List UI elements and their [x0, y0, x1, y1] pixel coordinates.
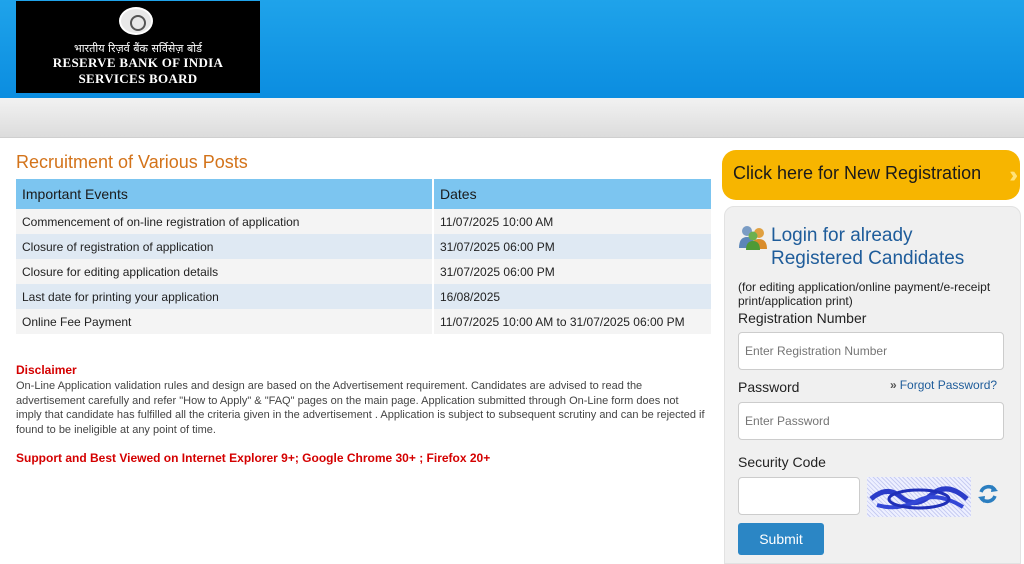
table-row: Online Fee Payment 11/07/2025 10:00 AM t…: [16, 309, 713, 334]
date-cell: 16/08/2025: [433, 284, 713, 309]
important-events-table: Important Events Dates Commencement of o…: [16, 179, 713, 334]
password-input[interactable]: [738, 402, 1004, 440]
site-header: भारतीय रिज़र्व बैंक सर्विसेज़ बोर्ड RESE…: [0, 0, 1024, 98]
column-header-dates: Dates: [433, 179, 713, 209]
event-cell: Closure of registration of application: [16, 234, 434, 259]
disclaimer-text: On-Line Application validation rules and…: [16, 380, 705, 436]
registration-number-input[interactable]: [738, 332, 1004, 370]
security-code-label: Security Code: [738, 454, 826, 470]
rbi-logo: भारतीय रिज़र्व बैंक सर्विसेज़ बोर्ड RESE…: [16, 1, 260, 93]
nav-bar: [0, 98, 1024, 138]
event-cell: Commencement of on-line registration of …: [16, 209, 434, 234]
security-code-input[interactable]: [738, 477, 860, 515]
table-row: Closure for editing application details …: [16, 259, 713, 284]
page-title: Recruitment of Various Posts: [16, 152, 248, 172]
forgot-password-label: Forgot Password?: [899, 378, 998, 392]
login-title: Login for already Registered Candidates: [771, 224, 1011, 270]
date-cell: 11/07/2025 10:00 AM to 31/07/2025 06:00 …: [433, 309, 713, 334]
org-name-line1: RESERVE BANK OF INDIA: [52, 55, 224, 70]
org-name-hindi: भारतीय रिज़र्व बैंक सर्विसेज़ बोर्ड: [74, 42, 202, 55]
registration-number-label: Registration Number: [738, 310, 867, 326]
double-chevron-right-icon: »: [890, 378, 897, 392]
date-cell: 11/07/2025 10:00 AM: [433, 209, 713, 234]
event-cell: Closure for editing application details: [16, 259, 434, 284]
submit-button[interactable]: Submit: [738, 523, 824, 555]
table-row: Closure of registration of application 3…: [16, 234, 713, 259]
rbi-emblem-icon: [119, 7, 153, 35]
login-subtitle: (for editing application/online payment/…: [738, 280, 991, 308]
forgot-password-link[interactable]: » Forgot Password?: [890, 378, 997, 392]
column-header-events: Important Events: [16, 179, 434, 209]
login-title-line2: Registered Candidates: [771, 248, 965, 269]
table-header-row: Important Events Dates: [16, 179, 713, 209]
org-name-line2: SERVICES BOARD: [78, 71, 198, 86]
captcha-scribble: [869, 486, 969, 510]
event-cell: Online Fee Payment: [16, 309, 434, 334]
event-cell: Last date for printing your application: [16, 284, 434, 309]
password-label: Password: [738, 379, 800, 395]
new-registration-button[interactable]: Click here for New Registration ››: [722, 150, 1020, 200]
login-panel: Login for already Registered Candidates …: [724, 206, 1021, 564]
disclaimer-title: Disclaimer: [16, 363, 77, 377]
date-cell: 31/07/2025 06:00 PM: [433, 259, 713, 284]
refresh-icon[interactable]: [977, 483, 999, 505]
date-cell: 31/07/2025 06:00 PM: [433, 234, 713, 259]
login-title-line1: Login for already: [771, 225, 913, 246]
new-registration-label: Click here for New Registration: [733, 163, 982, 183]
table-row: Last date for printing your application …: [16, 284, 713, 309]
captcha-image: [867, 477, 971, 517]
table-row: Commencement of on-line registration of …: [16, 209, 713, 234]
users-icon: [739, 226, 767, 250]
browser-support-note: Support and Best Viewed on Internet Expl…: [16, 451, 491, 465]
double-chevron-right-icon: ››: [1009, 162, 1017, 187]
